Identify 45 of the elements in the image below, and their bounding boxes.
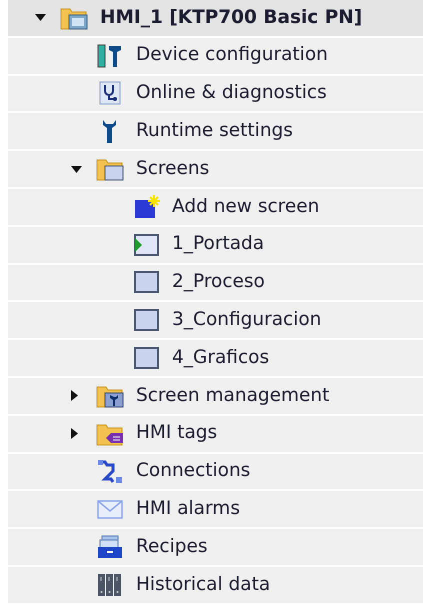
tree-item-label: Screen management	[136, 386, 330, 406]
tree-row[interactable]: Screen management	[8, 378, 423, 416]
tree-item-label: HMI tags	[136, 424, 218, 443]
tree-item-label: HMI_1 [KTP700 Basic PN]	[100, 8, 362, 28]
card-box-icon	[96, 534, 124, 560]
tree-item-label: 2_Proceso	[172, 273, 265, 292]
collapse-arrow-icon[interactable]	[71, 166, 82, 173]
tree-row[interactable]: 3_Configuracion	[8, 302, 423, 340]
screen-icon	[132, 307, 160, 334]
tree-item-label: Runtime settings	[136, 122, 293, 141]
tree-row[interactable]: Screens	[8, 151, 423, 189]
tree-item-label: Device configuration	[136, 46, 328, 65]
tree-row[interactable]: 4_Graficos	[8, 340, 423, 378]
tree-item-label: Add new screen	[172, 198, 320, 216]
tree-row[interactable]: Historical data	[8, 566, 423, 605]
expand-arrow-icon[interactable]	[71, 428, 78, 440]
new-screen-icon	[132, 194, 160, 220]
screen-icon	[132, 345, 160, 372]
tree-item-label: Connections	[136, 462, 250, 481]
tree-item-label: HMI alarms	[136, 500, 240, 518]
tree-row[interactable]: Add new screen	[8, 188, 423, 227]
connection-icon	[96, 458, 124, 484]
binders-icon	[96, 572, 124, 598]
tree-row[interactable]: Connections	[8, 454, 423, 492]
expand-arrow-icon[interactable]	[71, 390, 78, 402]
tree-item-label: Screens	[136, 160, 210, 178]
device-wrench-icon	[96, 42, 124, 69]
tree-row[interactable]: HMI tags	[8, 416, 423, 454]
tree-row[interactable]: HMI_1 [KTP700 Basic PN]	[8, 0, 423, 38]
tree-item-label: 1_Portada	[172, 235, 264, 254]
tree-item-label: 3_Configuracion	[172, 311, 322, 330]
tree-row[interactable]: 2_Proceso	[8, 264, 423, 302]
tree-row[interactable]: 1_Portada	[8, 226, 423, 265]
screen-icon	[132, 269, 160, 296]
tree-item-label: Historical data	[136, 576, 270, 594]
tree-item-label: 4_Graficos	[172, 348, 270, 368]
tree-row[interactable]: Recipes	[8, 529, 423, 567]
collapse-arrow-icon[interactable]	[35, 14, 46, 22]
tree-row[interactable]: Device configuration	[8, 38, 423, 76]
tree-item-label: Online & diagnostics	[136, 84, 327, 103]
tree-row[interactable]: Runtime settings	[8, 113, 423, 152]
screen-play-icon	[132, 232, 160, 258]
tree-row[interactable]: Online & diagnostics	[8, 76, 423, 114]
tree-row[interactable]: HMI alarms	[8, 491, 423, 530]
tree-item-label: Recipes	[136, 538, 208, 556]
